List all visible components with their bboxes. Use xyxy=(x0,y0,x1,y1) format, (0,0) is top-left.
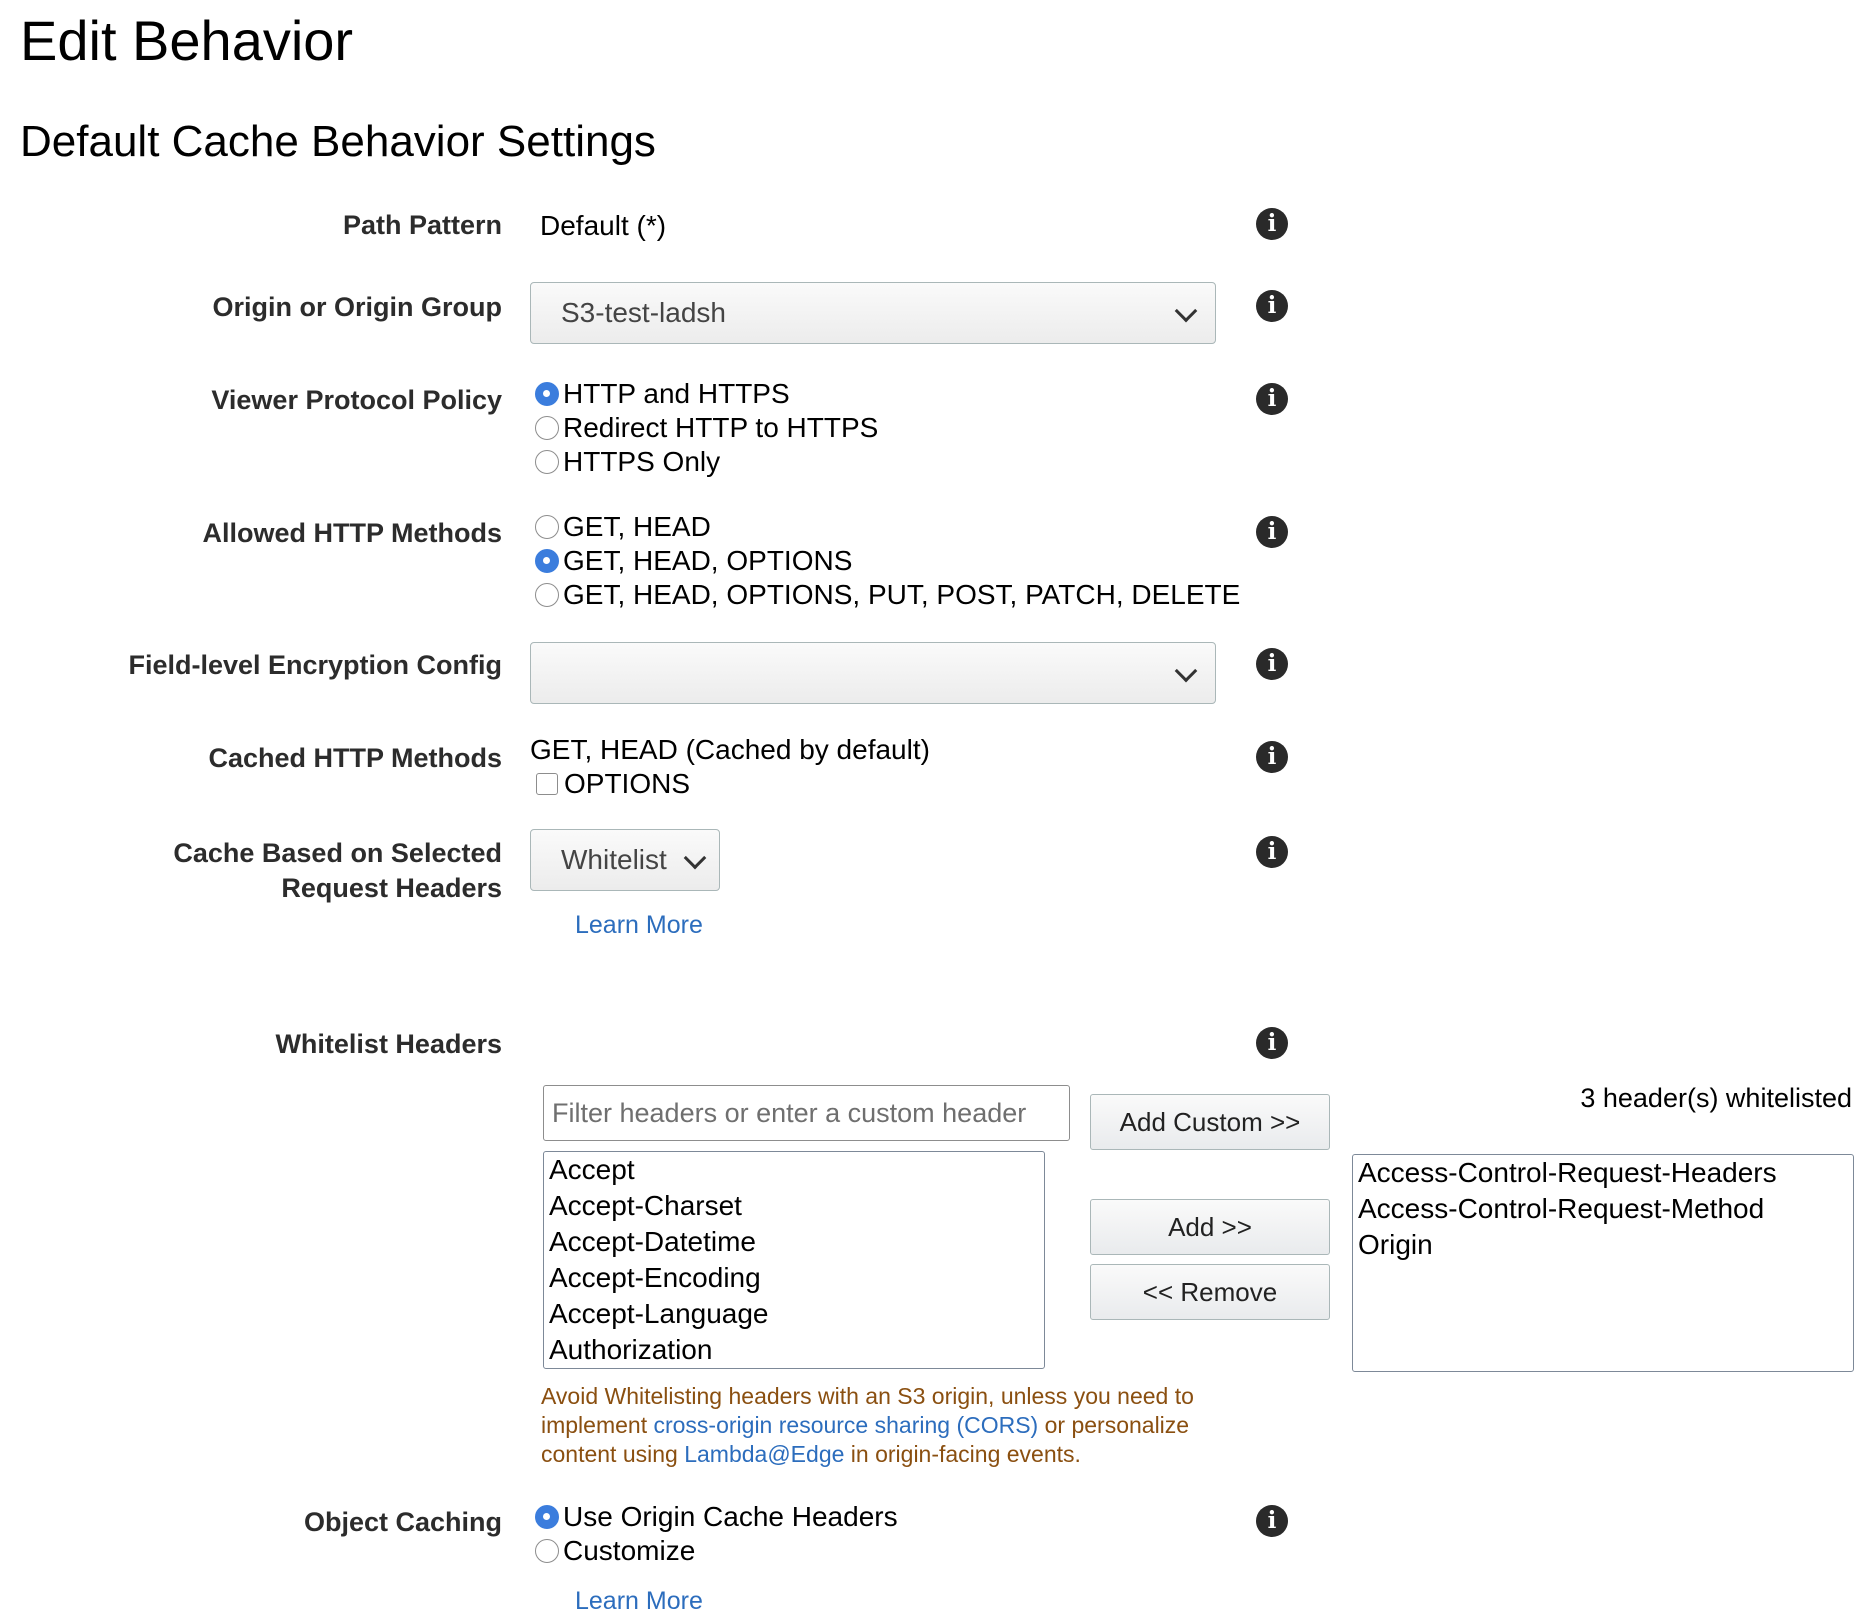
info-icon[interactable]: i xyxy=(1256,383,1288,415)
path-pattern-value: Default (*) xyxy=(540,210,667,241)
cached-options-checkbox-row[interactable]: OPTIONS xyxy=(533,767,690,801)
page-title: Edit Behavior xyxy=(20,9,354,72)
radio-label: HTTP and HTTPS xyxy=(563,378,790,409)
allowed-methods-radio-group: GET, HEAD GET, HEAD, OPTIONS GET, HEAD, … xyxy=(533,510,1240,612)
radio-get-head[interactable]: GET, HEAD xyxy=(533,510,1240,544)
radio-button[interactable] xyxy=(535,1504,559,1529)
info-icon[interactable]: i xyxy=(1256,1027,1288,1059)
add-custom-button[interactable]: Add Custom >> xyxy=(1090,1094,1330,1150)
lambda-edge-link[interactable]: Lambda@Edge xyxy=(684,1441,844,1467)
filter-headers-input[interactable] xyxy=(543,1085,1070,1141)
list-item[interactable]: Access-Control-Request-Headers xyxy=(1353,1155,1853,1191)
radio-button[interactable] xyxy=(535,514,559,539)
object-caching-radio-group: Use Origin Cache Headers Customize xyxy=(533,1500,898,1568)
radio-label: GET, HEAD, OPTIONS xyxy=(563,545,853,576)
whitelist-warning: Avoid Whitelisting headers with an S3 or… xyxy=(541,1382,1261,1469)
field-level-encryption-label: Field-level Encryption Config xyxy=(128,650,502,680)
remove-button[interactable]: << Remove xyxy=(1090,1264,1330,1320)
cache-headers-label-line2: Request Headers xyxy=(281,873,502,903)
viewer-protocol-label: Viewer Protocol Policy xyxy=(211,385,502,415)
list-item[interactable]: Accept-Charset xyxy=(544,1188,1044,1224)
radio-use-origin-cache-headers[interactable]: Use Origin Cache Headers xyxy=(533,1500,898,1534)
available-headers-items: Accept Accept-Charset Accept-Datetime Accep… xyxy=(544,1152,1044,1368)
edit-behavior-page: Edit Behavior Default Cache Behavior Set… xyxy=(0,0,1868,1618)
object-caching-label: Object Caching xyxy=(303,1507,502,1537)
selected-headers-items: Access-Control-Request-Headers Access-Con… xyxy=(1353,1155,1853,1263)
info-icon[interactable]: i xyxy=(1256,290,1288,322)
radio-label: Customize xyxy=(563,1535,696,1566)
whitelisted-count: 3 header(s) whitelisted xyxy=(1580,1083,1852,1113)
options-checkbox[interactable] xyxy=(536,772,558,795)
radio-button[interactable] xyxy=(535,582,559,607)
radio-label: HTTPS Only xyxy=(563,446,721,477)
available-headers-list[interactable]: Accept Accept-Charset Accept-Datetime Accep… xyxy=(543,1151,1045,1369)
info-icon[interactable]: i xyxy=(1256,648,1288,680)
radio-redirect-http-to-https[interactable]: Redirect HTTP to HTTPS xyxy=(533,411,878,445)
radio-label: GET, HEAD, OPTIONS, PUT, POST, PATCH, DE… xyxy=(563,579,1241,610)
viewer-protocol-radio-group: HTTP and HTTPS Redirect HTTP to HTTPS HT… xyxy=(533,377,878,479)
radio-button[interactable] xyxy=(535,548,559,573)
radio-button[interactable] xyxy=(535,381,559,406)
list-item[interactable]: Accept-Language xyxy=(544,1296,1044,1332)
cache-headers-select-value: Whitelist xyxy=(561,844,667,875)
radio-get-head-options[interactable]: GET, HEAD, OPTIONS xyxy=(533,544,1240,578)
chevron-down-icon xyxy=(683,846,707,870)
radio-customize[interactable]: Customize xyxy=(533,1534,898,1568)
cors-link[interactable]: cross-origin resource sharing (CORS) xyxy=(653,1412,1038,1438)
list-item[interactable]: Accept xyxy=(544,1152,1044,1188)
radio-all-methods[interactable]: GET, HEAD, OPTIONS, PUT, POST, PATCH, DE… xyxy=(533,578,1240,612)
learn-more-link[interactable]: Learn More xyxy=(575,908,703,942)
cached-methods-default: GET, HEAD (Cached by default) xyxy=(530,734,930,765)
radio-https-only[interactable]: HTTPS Only xyxy=(533,445,878,479)
radio-button[interactable] xyxy=(535,415,559,440)
list-item[interactable]: Origin xyxy=(1353,1227,1853,1263)
list-item[interactable]: Access-Control-Request-Method xyxy=(1353,1191,1853,1227)
cached-methods-label: Cached HTTP Methods xyxy=(208,743,502,773)
whitelist-headers-label: Whitelist Headers xyxy=(275,1029,502,1059)
path-pattern-label: Path Pattern xyxy=(342,210,502,240)
info-icon[interactable]: i xyxy=(1256,741,1288,773)
radio-button[interactable] xyxy=(535,449,559,474)
field-level-encryption-select[interactable] xyxy=(530,642,1216,704)
add-button[interactable]: Add >> xyxy=(1090,1199,1330,1255)
cache-headers-select[interactable]: Whitelist xyxy=(530,829,720,891)
list-item[interactable]: Accept-Encoding xyxy=(544,1260,1044,1296)
cache-headers-label-line1: Cache Based on Selected xyxy=(173,838,502,868)
warning-text: in origin-facing events. xyxy=(844,1441,1081,1467)
checkbox-label: OPTIONS xyxy=(564,768,691,799)
radio-http-and-https[interactable]: HTTP and HTTPS xyxy=(533,377,878,411)
allowed-methods-label: Allowed HTTP Methods xyxy=(202,518,502,548)
origin-label: Origin or Origin Group xyxy=(212,292,503,322)
radio-button[interactable] xyxy=(535,1538,559,1563)
list-item[interactable]: Authorization xyxy=(544,1332,1044,1368)
selected-headers-list[interactable]: Access-Control-Request-Headers Access-Con… xyxy=(1352,1154,1854,1372)
info-icon[interactable]: i xyxy=(1256,836,1288,868)
chevron-down-icon xyxy=(1174,659,1198,683)
info-icon[interactable]: i xyxy=(1256,1505,1288,1537)
origin-select-value: S3-test-ladsh xyxy=(561,297,726,328)
learn-more-link[interactable]: Learn More xyxy=(575,1584,703,1618)
radio-label: GET, HEAD xyxy=(563,511,711,542)
radio-label: Redirect HTTP to HTTPS xyxy=(563,412,879,443)
info-icon[interactable]: i xyxy=(1256,208,1288,240)
radio-label: Use Origin Cache Headers xyxy=(563,1501,898,1532)
list-item[interactable]: Accept-Datetime xyxy=(544,1224,1044,1260)
info-icon[interactable]: i xyxy=(1256,516,1288,548)
origin-select[interactable]: S3-test-ladsh xyxy=(530,282,1216,344)
section-title: Default Cache Behavior Settings xyxy=(20,117,656,166)
chevron-down-icon xyxy=(1174,299,1198,323)
